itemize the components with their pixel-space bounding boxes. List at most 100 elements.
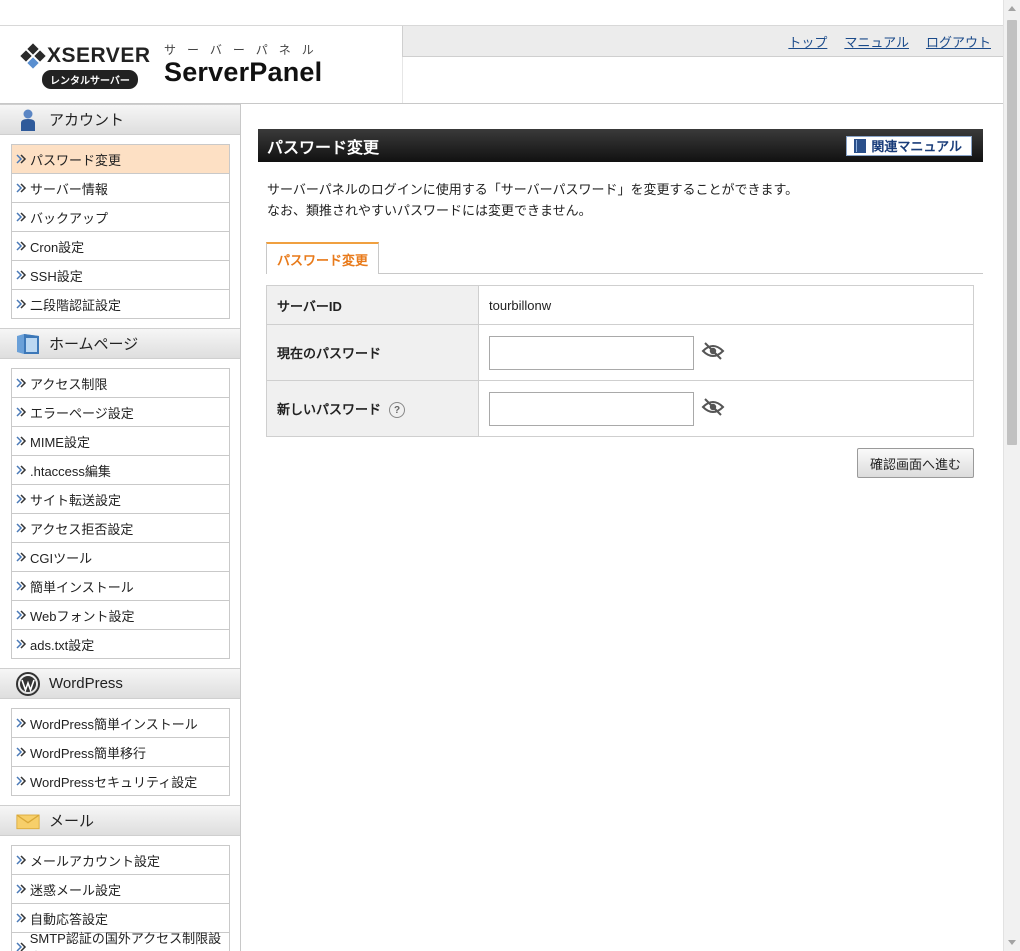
sidebar-item-label: サイト転送設定 — [30, 492, 122, 508]
homepage-icon — [16, 333, 40, 355]
sidebar-item-ssh[interactable]: SSH設定 — [12, 261, 229, 290]
sidebar-item-label: SMTP認証の国外アクセス制限設定 — [29, 931, 222, 951]
eye-slash-icon[interactable] — [701, 341, 725, 364]
sidebar-item-label: CGIツール — [30, 550, 93, 566]
sidebar-item-mail-account[interactable]: メールアカウント設定 — [12, 846, 229, 875]
person-icon — [16, 109, 40, 131]
sidebar-item-label: メールアカウント設定 — [30, 853, 161, 869]
sidebar-item-easy-install[interactable]: 簡単インストール — [12, 572, 229, 601]
sidebar-head-mail: メール — [0, 805, 240, 836]
logout-link[interactable]: ログアウト — [926, 32, 991, 51]
xserver-logo[interactable]: XSERVER レンタルサーバー — [20, 43, 151, 89]
sidebar-item-htaccess[interactable]: .htaccess編集 — [12, 456, 229, 485]
password-form-table: サーバーID tourbillonw 現在のパスワード 新しいパスワード? — [266, 285, 974, 437]
sidebar-head-wordpress: WordPress — [0, 668, 240, 699]
related-manual-label: 関連マニュアル — [871, 139, 962, 154]
sidebar: アカウント パスワード変更 サーバー情報 バックアップ Cron設定 SSH設定… — [0, 104, 241, 951]
double-arrow-icon — [16, 580, 28, 592]
sidebar-item-access-deny[interactable]: アクセス拒否設定 — [12, 514, 229, 543]
double-arrow-icon — [16, 240, 28, 252]
double-arrow-icon — [16, 269, 28, 281]
book-icon — [854, 138, 867, 153]
top-link[interactable]: トップ — [788, 32, 827, 51]
description-line: サーバーパネルのログインに使用する「サーバーパスワード」を変更することができます… — [267, 182, 799, 197]
double-arrow-icon — [16, 464, 28, 476]
double-arrow-icon — [16, 551, 28, 563]
sidebar-item-ads-txt[interactable]: ads.txt設定 — [12, 630, 229, 659]
description-line: なお、類推されやすいパスワードには変更できません。 — [267, 203, 592, 218]
sidebar-head-label: ホームページ — [49, 336, 139, 353]
sidebar-item-label: Cron設定 — [30, 239, 85, 255]
sidebar-item-label: Webフォント設定 — [30, 608, 135, 624]
scroll-down-arrow-icon[interactable] — [1008, 940, 1016, 945]
header-links: トップ マニュアル ログアウト — [788, 32, 991, 51]
table-row: 現在のパスワード — [266, 324, 974, 381]
wordpress-icon — [16, 671, 40, 696]
scroll-up-arrow-icon[interactable] — [1008, 6, 1016, 11]
sidebar-item-error-page[interactable]: エラーページ設定 — [12, 398, 229, 427]
sidebar-item-access-restriction[interactable]: アクセス制限 — [12, 369, 229, 398]
sidebar-item-label: 二段階認証設定 — [30, 297, 122, 313]
sidebar-item-password-change[interactable]: パスワード変更 — [12, 145, 229, 174]
sidebar-list-wordpress: WordPress簡単インストール WordPress簡単移行 WordPres… — [11, 708, 230, 796]
main-content: パスワード変更 関連マニュアル サーバーパネルのログインに使用する「サーバーパス… — [258, 129, 983, 478]
manual-link[interactable]: マニュアル — [844, 32, 909, 51]
sidebar-item-label: バックアップ — [30, 210, 109, 226]
new-password-cell — [478, 380, 974, 437]
scroll-thumb[interactable] — [1007, 20, 1017, 445]
double-arrow-icon — [16, 638, 28, 650]
sidebar-item-label: WordPress簡単移行 — [30, 745, 147, 761]
double-arrow-icon — [16, 941, 28, 951]
envelope-icon — [16, 810, 40, 832]
double-arrow-icon — [16, 435, 28, 447]
xserver-logo-mark-icon — [20, 43, 46, 69]
logo-brand-text: XSERVER — [47, 44, 151, 67]
tab-password-change[interactable]: パスワード変更 — [266, 242, 380, 274]
sidebar-item-wp-easy-install[interactable]: WordPress簡単インストール — [12, 709, 229, 738]
page-title: パスワード変更 — [267, 139, 380, 157]
related-manual-button[interactable]: 関連マニュアル — [846, 135, 972, 156]
sidebar-item-label: .htaccess編集 — [30, 463, 111, 479]
page-scrollbar[interactable] — [1003, 0, 1020, 951]
sidebar-item-smtp-restriction[interactable]: SMTP認証の国外アクセス制限設定 — [12, 931, 229, 951]
double-arrow-icon — [16, 493, 28, 505]
sidebar-item-label: パスワード変更 — [30, 152, 122, 168]
form-actions: 確認画面へ進む — [258, 448, 974, 478]
sidebar-item-spam[interactable]: 迷惑メール設定 — [12, 875, 229, 904]
sidebar-item-mime[interactable]: MIME設定 — [12, 427, 229, 456]
page-title-bar: パスワード変更 関連マニュアル — [258, 129, 983, 162]
sidebar-item-server-info[interactable]: サーバー情報 — [12, 174, 229, 203]
sidebar-item-2fa[interactable]: 二段階認証設定 — [12, 290, 229, 319]
sidebar-item-label: WordPress簡単インストール — [30, 716, 198, 732]
sidebar-section-account: アカウント パスワード変更 サーバー情報 バックアップ Cron設定 SSH設定… — [0, 104, 240, 319]
browser-top-strip — [0, 0, 1003, 25]
proceed-to-confirm-button[interactable]: 確認画面へ進む — [856, 448, 974, 478]
help-icon[interactable]: ? — [389, 402, 406, 419]
table-row: サーバーID tourbillonw — [266, 285, 974, 325]
header-bar-body — [402, 57, 1003, 103]
sidebar-item-cgi-tools[interactable]: CGIツール — [12, 543, 229, 572]
sidebar-item-cron[interactable]: Cron設定 — [12, 232, 229, 261]
sidebar-item-label: WordPressセキュリティ設定 — [30, 774, 198, 790]
current-password-label: 現在のパスワード — [266, 324, 479, 381]
server-id-label: サーバーID — [266, 285, 479, 325]
server-id-value: tourbillonw — [478, 285, 974, 325]
sidebar-item-label: 簡単インストール — [30, 579, 134, 595]
panel-title: サーバーパネル ServerPanel — [164, 41, 325, 88]
new-password-label: 新しいパスワード — [277, 401, 382, 417]
double-arrow-icon — [16, 153, 28, 165]
current-password-input[interactable] — [489, 335, 694, 370]
sidebar-item-web-font[interactable]: Webフォント設定 — [12, 601, 229, 630]
double-arrow-icon — [16, 912, 28, 924]
sidebar-item-backup[interactable]: バックアップ — [12, 203, 229, 232]
new-password-input[interactable] — [489, 391, 694, 426]
sidebar-section-mail: メール メールアカウント設定 迷惑メール設定 自動応答設定 SMTP認証の国外ア… — [0, 805, 240, 951]
sidebar-item-wp-migration[interactable]: WordPress簡単移行 — [12, 738, 229, 767]
sidebar-item-site-redirect[interactable]: サイト転送設定 — [12, 485, 229, 514]
sidebar-section-homepage: ホームページ アクセス制限 エラーページ設定 MIME設定 .htaccess編… — [0, 328, 240, 659]
eye-slash-icon[interactable] — [701, 397, 725, 420]
sidebar-head-account: アカウント — [0, 104, 240, 135]
new-password-header: 新しいパスワード? — [266, 380, 479, 437]
sidebar-item-wp-security[interactable]: WordPressセキュリティ設定 — [12, 767, 229, 796]
page-description: サーバーパネルのログインに使用する「サーバーパスワード」を変更することができます… — [267, 179, 983, 221]
